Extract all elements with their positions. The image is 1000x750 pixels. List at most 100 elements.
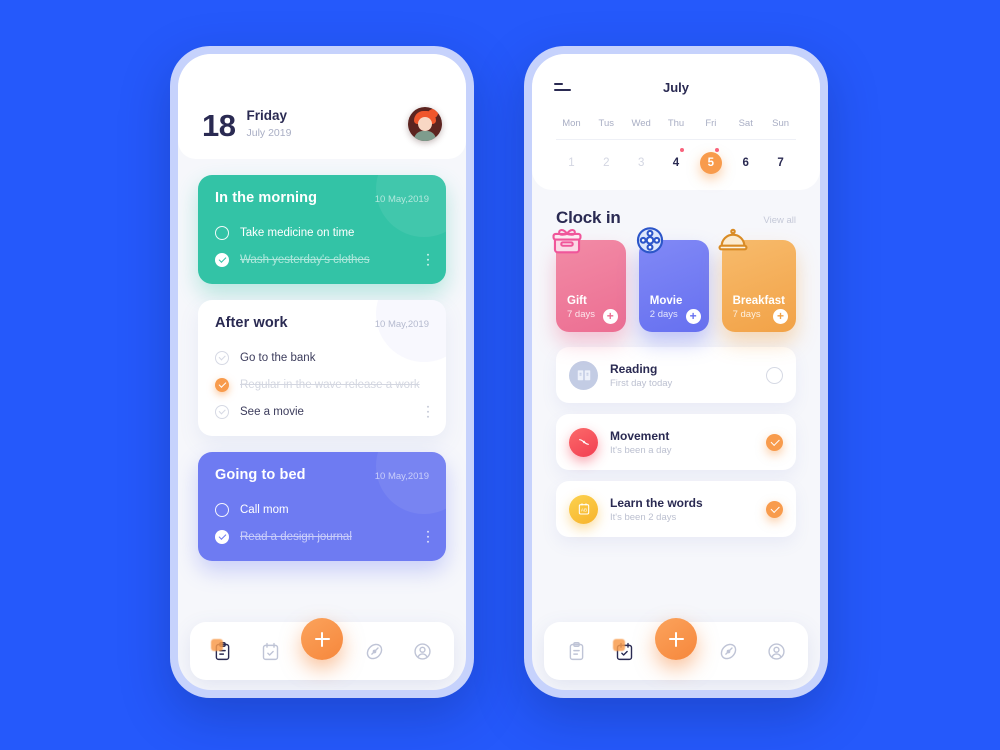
task-row[interactable]: Read a design journal (215, 523, 429, 550)
more-options-icon[interactable] (426, 405, 429, 418)
date-weekday: Friday (246, 108, 287, 123)
calendar-day-number: 6 (742, 157, 749, 169)
calendar-day[interactable]: 7 (763, 152, 798, 174)
calendar-day[interactable]: 2 (589, 152, 624, 174)
date-block: 18 Friday July 2019 (202, 108, 291, 141)
task-card-after-work[interactable]: After work 10 May,2019 Go to the bank Re… (198, 300, 446, 436)
svg-text:AB: AB (580, 507, 586, 512)
task-label: Take medicine on time (240, 226, 355, 239)
avatar[interactable] (408, 107, 442, 141)
checkbox-unchecked-icon[interactable] (215, 502, 229, 517)
checkbox-checked-icon[interactable] (215, 377, 229, 392)
calendar-header: July Mon Tus Wed Thu Fri Sat Sun 1 2 3 4 (532, 54, 820, 190)
habit-name: Reading (610, 361, 658, 376)
checkbox-checked-icon[interactable] (215, 529, 229, 544)
clock-in-card-gift[interactable]: Gift 7 days + (552, 229, 626, 332)
calendar-day-number: 7 (777, 157, 784, 169)
baseball-icon (569, 427, 598, 457)
clock-in-name: Movie (649, 295, 683, 307)
date-day-number: 18 (202, 108, 236, 143)
habit-row-movement[interactable]: Movement It's been a day (556, 414, 796, 470)
cloche-icon (716, 224, 750, 258)
calendar-day[interactable]: 4 (659, 148, 694, 174)
more-options-icon[interactable] (426, 530, 429, 543)
tab-profile[interactable] (405, 634, 439, 668)
phone-right: July Mon Tus Wed Thu Fri Sat Sun 1 2 3 4 (524, 46, 828, 698)
card-date: 10 May,2019 (374, 319, 429, 330)
weekday-label: Sun (772, 118, 790, 129)
calendar-day[interactable]: 3 (624, 152, 659, 174)
calendar-day-number: 2 (603, 157, 610, 169)
calendar-day-selected[interactable]: 5 (693, 148, 728, 174)
event-dot-icon (680, 148, 685, 152)
avatar-body (414, 131, 436, 141)
plus-icon: + (606, 309, 614, 323)
clock-in-add-button[interactable]: + (773, 309, 789, 324)
add-button[interactable] (655, 618, 697, 660)
weekday-row: Mon Tus Wed Thu Fri Sat Sun (554, 118, 798, 129)
calendar-day-number: 4 (672, 157, 680, 169)
clock-in-card-breakfast[interactable]: Breakfast 7 days + (718, 228, 797, 332)
card-date: 10 May,2019 (374, 194, 429, 205)
plus-icon: + (689, 309, 697, 323)
tab-explore[interactable] (711, 634, 745, 668)
task-row[interactable]: Go to the bank (215, 344, 429, 371)
weekday-label: Wed (631, 118, 651, 129)
view-all-link[interactable]: View all (763, 215, 796, 226)
task-row[interactable]: Regular in the wave release a work (215, 371, 429, 398)
calendar-divider (556, 139, 796, 140)
checkbox-checked-icon[interactable] (215, 252, 229, 267)
checkbox-unchecked-icon[interactable] (215, 225, 229, 240)
calendar-day[interactable]: 1 (554, 152, 589, 174)
habit-name: Learn the words (610, 495, 703, 510)
task-row[interactable]: Call mom (215, 496, 429, 523)
weekday-label: Thu (667, 118, 685, 129)
task-card-going-to-bed[interactable]: Going to bed 10 May,2019 Call mom Read a… (198, 452, 446, 561)
calendar-month: July (662, 79, 689, 95)
card-title: Going to bed (215, 467, 306, 483)
task-card-list: In the morning 10 May,2019 Take medicine… (178, 159, 466, 561)
weekday-label: Mon (562, 118, 581, 129)
book-icon (569, 360, 598, 390)
task-label: Call mom (240, 503, 289, 516)
habit-checkbox-unchecked[interactable] (766, 366, 783, 384)
film-reel-icon (633, 224, 667, 258)
habit-checkbox-checked[interactable] (766, 433, 783, 451)
calendar-day[interactable]: 6 (728, 152, 763, 174)
ab-card-icon: AB (569, 494, 598, 524)
tab-calendar[interactable] (253, 634, 287, 668)
clock-in-add-button[interactable]: + (685, 309, 701, 324)
tab-tasks[interactable] (205, 634, 239, 668)
task-card-morning[interactable]: In the morning 10 May,2019 Take medicine… (198, 175, 446, 284)
checkbox-unchecked-icon[interactable] (215, 350, 229, 365)
clock-in-add-button[interactable]: + (602, 309, 618, 324)
phone-left: 18 Friday July 2019 In the morning 10 Ma… (170, 46, 474, 698)
add-button[interactable] (301, 618, 343, 660)
tab-explore[interactable] (357, 634, 391, 668)
more-options-icon[interactable] (426, 253, 429, 266)
clock-in-card-movie[interactable]: Movie 2 days + (636, 227, 709, 332)
habit-row-learn-the-words[interactable]: AB Learn the words It's been 2 days (556, 481, 796, 537)
habit-checkbox-checked[interactable] (766, 500, 783, 518)
date-header: 18 Friday July 2019 (178, 54, 466, 159)
screen-tasks: 18 Friday July 2019 In the morning 10 Ma… (178, 54, 466, 690)
habit-row-reading[interactable]: Reading First day today (556, 347, 796, 403)
habit-list: Reading First day today Movement It's be… (532, 332, 820, 537)
tab-profile[interactable] (759, 634, 793, 668)
task-row[interactable]: Wash yesterday's clothes (215, 246, 429, 273)
plus-icon: + (777, 309, 785, 323)
clock-in-name: Gift (567, 295, 587, 307)
task-label: Go to the bank (240, 351, 316, 364)
task-label: See a movie (240, 405, 304, 418)
weekday-label: Tus (598, 118, 615, 129)
task-row[interactable]: Take medicine on time (215, 219, 429, 246)
habit-sub: It's been 2 days (610, 511, 677, 523)
weekday-label: Fri (705, 118, 717, 129)
calendar-day-number: 3 (637, 157, 645, 169)
task-row[interactable]: See a movie (215, 398, 429, 425)
calendar-day-number: 5 (699, 152, 722, 174)
tab-tasks[interactable] (559, 634, 593, 668)
checkbox-unchecked-icon[interactable] (215, 404, 229, 419)
tab-calendar[interactable] (607, 634, 641, 668)
card-title: In the morning (215, 190, 318, 206)
